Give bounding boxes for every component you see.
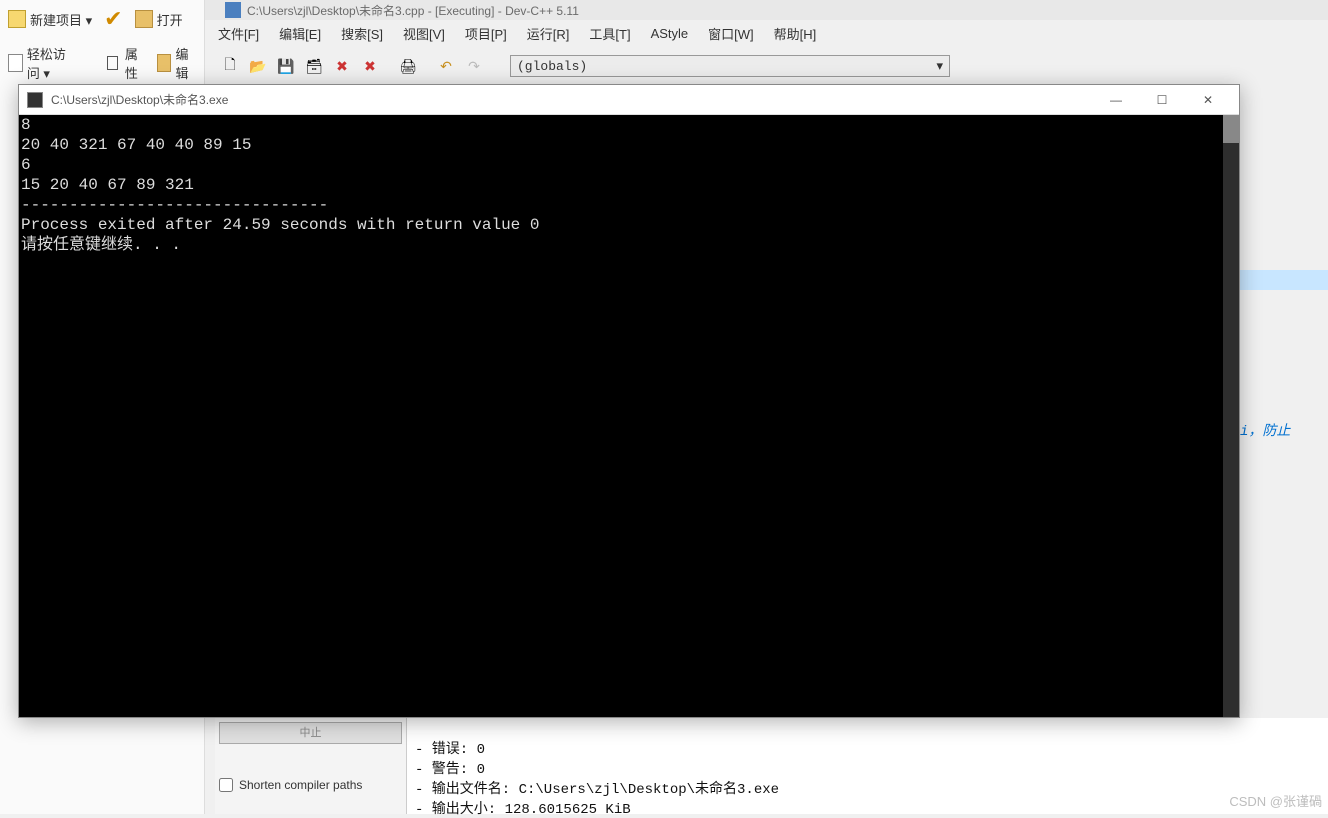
menu-search[interactable]: 搜索[S]: [341, 24, 383, 43]
easy-access-button[interactable]: 轻松访问 ▾: [4, 42, 81, 84]
console-title: C:\Users\zjl\Desktop\未命名3.exe: [51, 91, 228, 108]
redo-icon[interactable]: ↷: [462, 54, 486, 78]
shorten-paths-checkbox[interactable]: [219, 778, 233, 792]
console-line-1: 20 40 321 67 40 40 89 15: [21, 136, 251, 154]
maximize-button[interactable]: ☐: [1139, 86, 1185, 114]
console-window: C:\Users\zjl\Desktop\未命名3.exe ― ☐ ✕ 8 20…: [18, 84, 1240, 718]
menu-astyle[interactable]: AStyle: [651, 26, 689, 41]
globals-value: (globals): [517, 59, 587, 74]
shorten-paths-row: Shorten compiler paths: [219, 778, 402, 792]
console-scrollbar[interactable]: [1223, 115, 1239, 717]
console-line-0: 8: [21, 116, 31, 134]
list-icon: [8, 54, 23, 72]
menu-edit[interactable]: 编辑[E]: [279, 24, 321, 43]
properties-icon: [107, 56, 118, 70]
print-icon[interactable]: 🖨: [396, 54, 420, 78]
close-all-icon[interactable]: ✖: [358, 54, 382, 78]
menu-window[interactable]: 窗口[W]: [708, 24, 754, 43]
close-icon[interactable]: ✖: [330, 54, 354, 78]
save-icon[interactable]: 💾: [274, 54, 298, 78]
scroll-thumb[interactable]: [1223, 115, 1239, 143]
open-label: 打开: [157, 10, 183, 29]
globals-dropdown[interactable]: (globals) ▾: [510, 55, 950, 77]
menu-tools[interactable]: 工具[T]: [589, 24, 630, 43]
console-icon: [27, 92, 43, 108]
console-line-4: --------------------------------: [21, 196, 328, 214]
shorten-paths-label: Shorten compiler paths: [239, 778, 362, 792]
properties-label: 属性: [125, 44, 145, 82]
log-line-1: - 错误: 0: [415, 742, 485, 758]
edit-icon: [157, 54, 172, 72]
devcpp-title: C:\Users\zjl\Desktop\未命名3.cpp - [Executi…: [247, 2, 579, 19]
log-line-4: - 输出大小: 128.6015625 KiB: [415, 802, 631, 818]
minimize-button[interactable]: ―: [1093, 86, 1139, 114]
checkmark-button[interactable]: ✔: [100, 4, 126, 34]
menu-view[interactable]: 视图[V]: [403, 24, 445, 43]
new-project-label: 新建项目 ▾: [30, 10, 92, 29]
stop-label: 中止: [300, 727, 322, 739]
edit-label: 编辑: [175, 44, 196, 82]
save-all-icon[interactable]: 🗃: [302, 54, 326, 78]
open-icon: [135, 10, 153, 28]
watermark: CSDN @张谨碢: [1229, 791, 1322, 810]
console-output[interactable]: 8 20 40 321 67 40 40 89 15 6 15 20 40 67…: [19, 115, 1239, 717]
menu-run[interactable]: 运行[R]: [527, 24, 570, 43]
chevron-down-icon: ▾: [936, 59, 943, 74]
folder-plus-icon: [8, 10, 26, 28]
console-line-2: 6: [21, 156, 31, 174]
log-line-3: - 输出文件名: C:\Users\zjl\Desktop\未命名3.exe: [415, 782, 779, 798]
console-line-3: 15 20 40 67 89 321: [21, 176, 194, 194]
edit-button[interactable]: 编辑: [153, 42, 200, 84]
new-file-icon[interactable]: 🗋: [218, 54, 242, 78]
new-project-button[interactable]: 新建项目 ▾: [4, 4, 96, 34]
compile-log-area: 中止 Shorten compiler paths - 错误: 0 - 警告: …: [215, 718, 1328, 814]
open-button[interactable]: 打开: [131, 4, 187, 34]
menu-bar: 文件[F] 编辑[E] 搜索[S] 视图[V] 项目[P] 运行[R] 工具[T…: [218, 20, 816, 46]
properties-button[interactable]: 属性: [103, 42, 149, 84]
code-editor[interactable]: i，防止: [1240, 270, 1328, 440]
compile-controls: 中止 Shorten compiler paths: [215, 718, 407, 814]
menu-project[interactable]: 项目[P]: [465, 24, 507, 43]
menu-help[interactable]: 帮助[H]: [774, 24, 817, 43]
undo-icon[interactable]: ↶: [434, 54, 458, 78]
console-line-6: 请按任意键继续. . .: [21, 236, 181, 254]
compile-log[interactable]: - 错误: 0 - 警告: 0 - 输出文件名: C:\Users\zjl\De…: [407, 718, 1328, 814]
console-line-5: Process exited after 24.59 seconds with …: [21, 216, 539, 234]
menu-file[interactable]: 文件[F]: [218, 24, 259, 43]
close-button[interactable]: ✕: [1185, 86, 1231, 114]
toolbar: 🗋 📂 💾 🗃 ✖ ✖ 🖨 ↶ ↷ (globals) ▾: [218, 50, 950, 82]
stop-button[interactable]: 中止: [219, 722, 402, 744]
devcpp-app-icon: [225, 2, 241, 18]
easy-access-label: 轻松访问 ▾: [27, 44, 77, 82]
highlighted-line: [1240, 270, 1328, 290]
open-file-icon[interactable]: 📂: [246, 54, 270, 78]
code-comment: i，防止: [1240, 424, 1290, 440]
console-title-bar[interactable]: C:\Users\zjl\Desktop\未命名3.exe ― ☐ ✕: [19, 85, 1239, 115]
checkmark-icon: ✔: [104, 6, 122, 32]
log-line-2: - 警告: 0: [415, 762, 485, 778]
window-controls: ― ☐ ✕: [1093, 86, 1231, 114]
